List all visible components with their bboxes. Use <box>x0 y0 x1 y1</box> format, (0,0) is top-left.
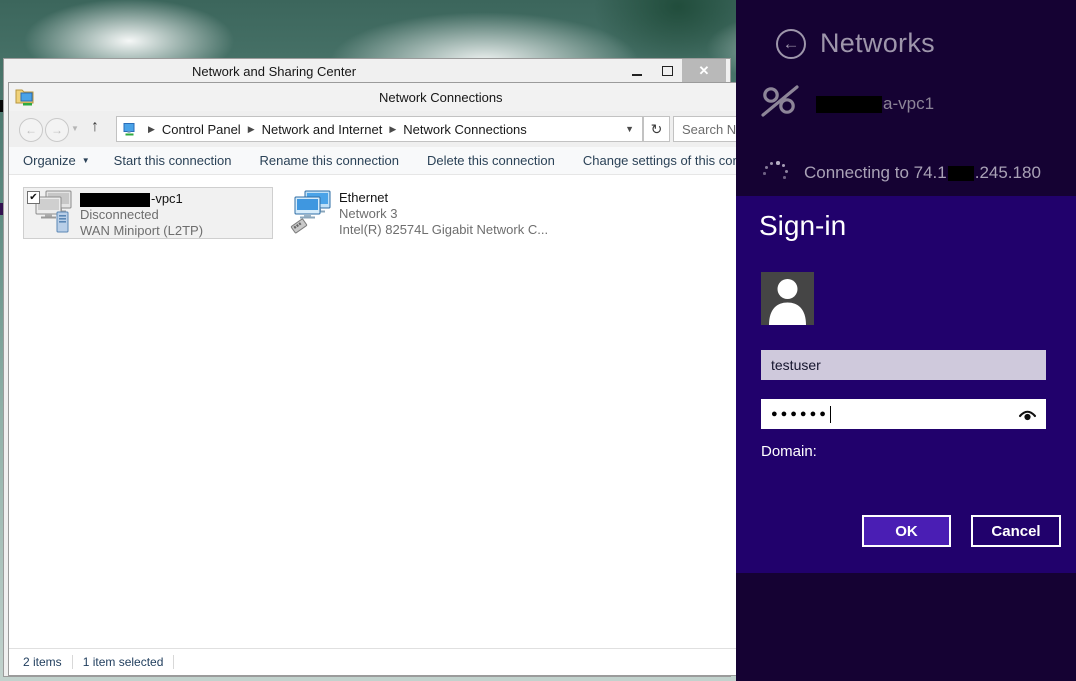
vpn-connection-device: WAN Miniport (L2TP) <box>80 223 203 239</box>
breadcrumb-icon <box>122 122 137 137</box>
reveal-password-icon[interactable] <box>1018 407 1037 422</box>
nc-window-title: Network Connections <box>379 90 503 105</box>
networks-title: Networks <box>820 28 935 59</box>
nsc-window-title: Network and Sharing Center <box>192 64 356 79</box>
maximize-button[interactable] <box>652 59 682 83</box>
ethernet-name: Ethernet <box>339 190 548 206</box>
network-connections-window-icon <box>15 86 34 112</box>
forward-button[interactable]: → <box>45 118 69 142</box>
screen: Network and Sharing Center ✕ Network Con… <box>0 0 1076 681</box>
ethernet-device: Intel(R) 82574L Gigabit Network C... <box>339 222 548 238</box>
vpn-connection-tile[interactable]: ✔ -vpc1 Disconnected WAN Miniport (L2TP) <box>23 187 273 239</box>
password-field[interactable]: ●●●●●● <box>761 399 1046 429</box>
cancel-button[interactable]: Cancel <box>971 515 1061 547</box>
signin-heading: Sign-in <box>759 210 846 242</box>
vpn-icon <box>760 84 800 123</box>
progress-spinner-icon <box>762 160 788 186</box>
chevron-right-icon: ▶ <box>141 124 162 135</box>
networks-header: ← Networks <box>776 28 935 59</box>
user-avatar <box>761 272 814 325</box>
rename-connection-command[interactable]: Rename this connection <box>259 153 398 168</box>
password-dots: ●●●●●● <box>771 408 829 420</box>
vpn-network-item[interactable]: a-vpc1 <box>760 84 934 123</box>
selected-count: 1 item selected <box>83 655 164 669</box>
ethernet-network: Network 3 <box>339 206 548 222</box>
connecting-status-row: Connecting to 74.1.245.180 <box>762 160 1041 186</box>
username-input[interactable] <box>761 350 1046 380</box>
ethernet-connection-tile[interactable]: Ethernet Network 3 Intel(R) 82574L Gigab… <box>283 187 533 239</box>
start-connection-command[interactable]: Start this connection <box>114 153 232 168</box>
domain-label: Domain: <box>761 443 817 460</box>
history-dropdown-icon[interactable]: ▼ <box>71 124 79 133</box>
items-count: 2 items <box>23 655 62 669</box>
vpn-network-name: a-vpc1 <box>816 94 934 114</box>
username-field[interactable] <box>761 350 1046 380</box>
breadcrumb-network-and-internet[interactable]: Network and Internet <box>262 122 383 137</box>
chevron-down-icon: ▼ <box>82 156 90 165</box>
refresh-button[interactable]: ↻ <box>643 116 670 142</box>
address-dropdown-icon[interactable]: ▼ <box>625 124 634 134</box>
networks-charm-panel: ← Networks a-vpc1 <box>736 0 1076 681</box>
ok-button[interactable]: OK <box>862 515 951 547</box>
minimize-button[interactable] <box>622 59 652 83</box>
redaction-box <box>948 166 974 181</box>
back-button[interactable]: ← <box>19 118 43 142</box>
chevron-right-icon: ▶ <box>382 124 403 135</box>
vpn-connection-name: -vpc1 <box>80 191 203 207</box>
ethernet-connection-icon <box>288 188 334 239</box>
tile-checkbox[interactable]: ✔ <box>27 191 40 204</box>
redaction-box <box>816 96 882 113</box>
vpn-connection-status: Disconnected <box>80 207 203 223</box>
organize-button[interactable]: Organize ▼ <box>23 153 90 168</box>
up-button[interactable]: ↑ <box>91 118 99 136</box>
breadcrumb-control-panel[interactable]: Control Panel <box>162 122 241 137</box>
status-separator <box>173 655 174 669</box>
nsc-titlebar[interactable]: Network and Sharing Center ✕ <box>4 59 730 84</box>
close-button[interactable]: ✕ <box>682 59 726 83</box>
redaction-box <box>80 193 150 207</box>
back-icon[interactable]: ← <box>776 29 806 59</box>
status-separator <box>72 655 73 669</box>
breadcrumb-network-connections[interactable]: Network Connections <box>403 122 527 137</box>
connecting-status-text: Connecting to 74.1.245.180 <box>804 163 1041 183</box>
text-cursor <box>830 406 831 423</box>
chevron-right-icon: ▶ <box>241 124 262 135</box>
delete-connection-command[interactable]: Delete this connection <box>427 153 555 168</box>
address-bar[interactable]: ▶ Control Panel ▶ Network and Internet ▶… <box>116 116 643 142</box>
